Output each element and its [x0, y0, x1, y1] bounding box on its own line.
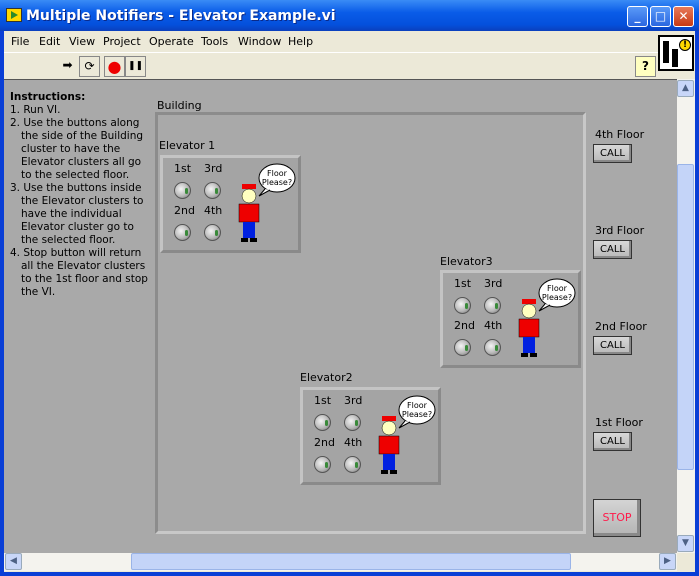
- svg-text:Please?: Please?: [542, 293, 572, 302]
- instructions-text: Instructions: 1. Run VI. 2. Use the butt…: [10, 91, 150, 299]
- window-body: File Edit View Project Operate Tools Win…: [4, 31, 695, 572]
- svg-text:Please?: Please?: [262, 178, 292, 187]
- call-1st-floor-button[interactable]: CALL: [593, 432, 632, 451]
- label-1st: 1st: [454, 277, 472, 290]
- elevator3-label: Elevator3: [440, 255, 493, 268]
- floor-1st-button[interactable]: [454, 297, 471, 314]
- call-2nd-floor-button[interactable]: CALL: [593, 336, 632, 355]
- front-panel: Instructions: 1. Run VI. 2. Use the butt…: [4, 79, 677, 553]
- floor-2nd-button[interactable]: [314, 456, 331, 473]
- close-button[interactable]: ✕: [673, 6, 694, 27]
- scroll-down-icon[interactable]: ▼: [677, 535, 694, 552]
- floor-4th-button[interactable]: [484, 339, 501, 356]
- svg-text:Floor: Floor: [407, 401, 428, 410]
- menu-file[interactable]: File: [11, 35, 29, 48]
- label-4th: 4th: [204, 204, 223, 217]
- scroll-right-icon[interactable]: ▶: [659, 553, 676, 570]
- floor-3rd-button[interactable]: [204, 182, 221, 199]
- label-4th: 4th: [344, 436, 363, 449]
- label-2nd: 2nd: [174, 204, 195, 217]
- floor-2nd-button[interactable]: [174, 224, 191, 241]
- instruction-step: 1. Run VI.: [10, 104, 61, 116]
- maximize-button[interactable]: □: [650, 6, 671, 27]
- label-3rd: 3rd: [344, 394, 363, 407]
- floor-1st-button[interactable]: [174, 182, 191, 199]
- building-label: Building: [157, 99, 202, 112]
- run-arrow-icon[interactable]: ➡: [57, 56, 78, 77]
- elevator3-cluster: 1st 3rd 2nd 4th Floor Please?: [440, 270, 581, 368]
- floor4-label: 4th Floor: [595, 128, 645, 141]
- floor-3rd-button[interactable]: [344, 414, 361, 431]
- floor2-label: 2nd Floor: [595, 320, 647, 333]
- context-help-icon[interactable]: ?: [635, 56, 656, 77]
- floor-1st-button[interactable]: [314, 414, 331, 431]
- floor3-label: 3rd Floor: [595, 224, 645, 237]
- vi-connector-icon: !: [658, 35, 694, 71]
- instructions-heading: Instructions:: [10, 91, 86, 103]
- label-1st: 1st: [174, 162, 192, 175]
- instruction-step: 2. Use the buttons along the side of the…: [10, 117, 144, 181]
- menu-tools[interactable]: Tools: [201, 35, 228, 48]
- menu-project[interactable]: Project: [103, 35, 141, 48]
- vertical-scroll-thumb[interactable]: [677, 164, 694, 470]
- stop-button[interactable]: STOP: [593, 499, 641, 537]
- label-2nd: 2nd: [314, 436, 335, 449]
- window-title: Multiple Notifiers - Elevator Example.vi: [26, 8, 336, 24]
- label-3rd: 3rd: [204, 162, 223, 175]
- svg-text:Floor: Floor: [267, 169, 288, 178]
- elevator2-label: Elevator2: [300, 371, 353, 384]
- pause-icon[interactable]: ❚❚: [125, 56, 146, 77]
- elevator-operator-icon: Floor Please?: [517, 277, 577, 364]
- menu-view[interactable]: View: [69, 35, 95, 48]
- menu-window[interactable]: Window: [238, 35, 281, 48]
- vertical-scrollbar[interactable]: ▲ ▼: [677, 79, 695, 553]
- menu-operate[interactable]: Operate: [149, 35, 194, 48]
- scroll-left-icon[interactable]: ◀: [5, 553, 22, 570]
- label-1st: 1st: [314, 394, 332, 407]
- floor-4th-button[interactable]: [344, 456, 361, 473]
- instruction-step: 4. Stop button will return all the Eleva…: [10, 247, 148, 298]
- floor-4th-button[interactable]: [204, 224, 221, 241]
- floor-3rd-button[interactable]: [484, 297, 501, 314]
- svg-text:Please?: Please?: [402, 410, 432, 419]
- elevator-operator-icon: Floor Please?: [237, 162, 297, 249]
- run-continuously-icon[interactable]: ⟳: [79, 56, 100, 77]
- elevator2-cluster: 1st 3rd 2nd 4th Floor Please?: [300, 387, 441, 485]
- elevator1-label: Elevator 1: [159, 139, 216, 152]
- elevator1-cluster: 1st 3rd 2nd 4th Floor Please?: [160, 155, 301, 253]
- horizontal-scroll-thumb[interactable]: [131, 553, 571, 570]
- scroll-up-icon[interactable]: ▲: [677, 80, 694, 97]
- call-4th-floor-button[interactable]: CALL: [593, 144, 632, 163]
- menu-edit[interactable]: Edit: [39, 35, 60, 48]
- label-4th: 4th: [484, 319, 503, 332]
- elevator-operator-icon: Floor Please?: [377, 394, 437, 481]
- svg-text:Floor: Floor: [547, 284, 568, 293]
- floor1-label: 1st Floor: [595, 416, 643, 429]
- toolbar: ➡ ⟳ ● ❚❚ ?: [4, 52, 659, 78]
- menu-help[interactable]: Help: [288, 35, 313, 48]
- floor-2nd-button[interactable]: [454, 339, 471, 356]
- labview-vi-icon: [6, 8, 22, 22]
- label-2nd: 2nd: [454, 319, 475, 332]
- label-3rd: 3rd: [484, 277, 503, 290]
- horizontal-scrollbar[interactable]: ◀ ▶: [4, 553, 677, 571]
- title-bar: Multiple Notifiers - Elevator Example.vi…: [0, 0, 699, 31]
- abort-execution-icon[interactable]: ●: [104, 56, 125, 77]
- call-3rd-floor-button[interactable]: CALL: [593, 240, 632, 259]
- instruction-step: 3. Use the buttons inside the Elevator c…: [10, 182, 144, 246]
- menu-bar: File Edit View Project Operate Tools Win…: [4, 31, 695, 52]
- minimize-button[interactable]: _: [627, 6, 648, 27]
